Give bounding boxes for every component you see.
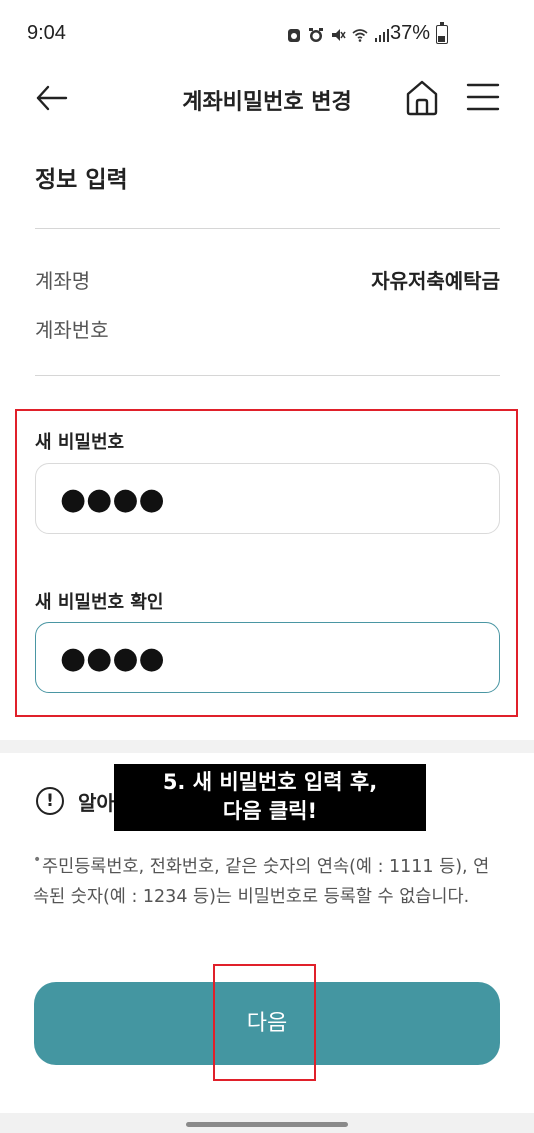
notice-title: 알아 <box>78 791 115 815</box>
section-title: 정보 입력 <box>35 167 128 193</box>
notification-icon <box>288 29 300 42</box>
new-password-input[interactable]: ●●●● <box>35 463 500 534</box>
divider <box>35 228 500 229</box>
notice-text: 주민등록번호, 전화번호, 같은 숫자의 연속(예 : 1111 등), 연속된… <box>33 857 490 907</box>
battery-icon <box>436 22 448 44</box>
mute-icon <box>332 29 346 41</box>
account-name-value: 자유저축예탁금 <box>371 269 500 293</box>
new-password-label: 새 비밀번호 <box>35 432 125 453</box>
tutorial-caption-line2: 다음 클릭! <box>222 799 318 823</box>
tutorial-caption: 5. 새 비밀번호 입력 후, 다음 클릭! <box>114 764 426 831</box>
account-number-label: 계좌번호 <box>35 318 109 342</box>
wifi-icon <box>352 29 368 42</box>
confirm-password-input[interactable]: ●●●● <box>35 622 500 693</box>
hamburger-menu-icon <box>466 83 500 111</box>
tutorial-caption-line1: 5. 새 비밀번호 입력 후, <box>162 770 378 794</box>
confirm-password-label: 새 비밀번호 확인 <box>35 592 164 613</box>
alarm-icon <box>309 28 323 42</box>
page-title: 계좌비밀번호 변경 <box>182 90 352 115</box>
confirm-password-value: ●●●● <box>60 641 165 676</box>
exclamation-circle-icon: ! <box>36 787 64 815</box>
menu-button[interactable] <box>464 78 502 116</box>
home-indicator[interactable] <box>186 1122 348 1127</box>
battery-percent: 37% <box>389 22 430 44</box>
home-icon <box>406 80 438 116</box>
status-time: 9:04 <box>27 22 66 44</box>
divider <box>35 375 500 376</box>
status-bar: 9:04 37% <box>0 0 534 70</box>
app-header: 계좌비밀번호 변경 <box>0 70 534 126</box>
status-icons <box>286 25 390 45</box>
section-separator <box>0 740 534 753</box>
account-name-label: 계좌명 <box>35 269 91 293</box>
button-highlight-box <box>213 964 316 1081</box>
signal-icon <box>375 29 389 42</box>
new-password-value: ●●●● <box>60 482 165 517</box>
home-button[interactable] <box>402 76 442 118</box>
